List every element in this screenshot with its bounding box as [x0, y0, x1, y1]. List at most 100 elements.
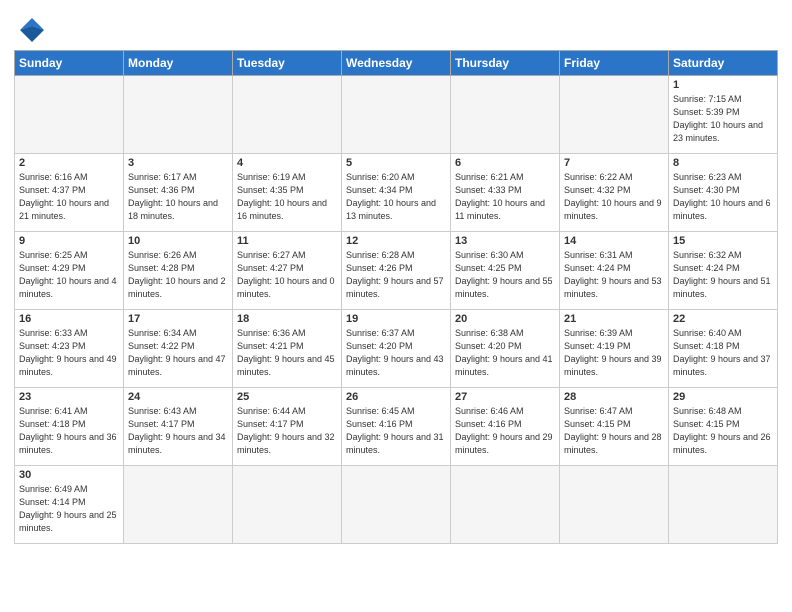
day-info: Sunrise: 6:33 AM Sunset: 4:23 PM Dayligh…	[19, 327, 119, 379]
calendar-cell: 9Sunrise: 6:25 AM Sunset: 4:29 PM Daylig…	[15, 232, 124, 310]
calendar-cell: 8 Sunrise: 6:23 AM Sunset: 4:30 PM Daylig…	[669, 154, 778, 232]
calendar-cell: 5 Sunrise: 6:20 AM Sunset: 4:34 PM Daylig…	[342, 154, 451, 232]
header	[14, 10, 778, 44]
day-info: Sunrise: 6:19 AM Sunset: 4:35 PM Dayligh…	[237, 171, 337, 223]
weekday-header-friday: Friday	[560, 51, 669, 76]
calendar-cell: 16 Sunrise: 6:33 AM Sunset: 4:23 PM Dayli…	[15, 310, 124, 388]
calendar-cell: 14 Sunrise: 6:31 AM Sunset: 4:24 PM Dayli…	[560, 232, 669, 310]
day-info: Sunrise: 6:44 AM Sunset: 4:17 PM Dayligh…	[237, 405, 337, 457]
day-number: 22	[673, 313, 773, 325]
day-info: Sunrise: 6:45 AM Sunset: 4:16 PM Dayligh…	[346, 405, 446, 457]
day-number: 17	[128, 313, 228, 325]
day-number: 24	[128, 391, 228, 403]
day-info: Sunrise: 6:37 AM Sunset: 4:20 PM Dayligh…	[346, 327, 446, 379]
calendar-cell: 10Sunrise: 6:26 AM Sunset: 4:28 PM Dayli…	[124, 232, 233, 310]
calendar-week-1: 2 Sunrise: 6:16 AM Sunset: 4:37 PM Daylig…	[15, 154, 778, 232]
calendar-cell	[451, 76, 560, 154]
day-info: Sunrise: 6:49 AM Sunset: 4:14 PM Dayligh…	[19, 483, 119, 535]
day-number: 3	[128, 157, 228, 169]
day-number: 5	[346, 157, 446, 169]
calendar-week-0: 1 Sunrise: 7:15 AM Sunset: 5:39 PM Daylig…	[15, 76, 778, 154]
day-number: 8	[673, 157, 773, 169]
day-number: 27	[455, 391, 555, 403]
day-info: Sunrise: 6:32 AM Sunset: 4:24 PM Dayligh…	[673, 249, 773, 301]
day-info: Sunrise: 6:17 AM Sunset: 4:36 PM Dayligh…	[128, 171, 228, 223]
day-info: Sunrise: 6:27 AM Sunset: 4:27 PM Dayligh…	[237, 249, 337, 301]
day-number: 14	[564, 235, 664, 247]
day-info: Sunrise: 7:15 AM Sunset: 5:39 PM Dayligh…	[673, 93, 773, 145]
day-info: Sunrise: 6:31 AM Sunset: 4:24 PM Dayligh…	[564, 249, 664, 301]
day-number: 19	[346, 313, 446, 325]
calendar-cell	[669, 466, 778, 544]
weekday-header-tuesday: Tuesday	[233, 51, 342, 76]
day-number: 6	[455, 157, 555, 169]
day-number: 20	[455, 313, 555, 325]
day-number: 7	[564, 157, 664, 169]
day-info: Sunrise: 6:20 AM Sunset: 4:34 PM Dayligh…	[346, 171, 446, 223]
calendar-week-3: 16 Sunrise: 6:33 AM Sunset: 4:23 PM Dayli…	[15, 310, 778, 388]
calendar-cell: 6Sunrise: 6:21 AM Sunset: 4:33 PM Daylig…	[451, 154, 560, 232]
day-info: Sunrise: 6:38 AM Sunset: 4:20 PM Dayligh…	[455, 327, 555, 379]
calendar-cell	[342, 466, 451, 544]
calendar-cell	[124, 466, 233, 544]
calendar-cell: 30 Sunrise: 6:49 AM Sunset: 4:14 PM Dayli…	[15, 466, 124, 544]
day-info: Sunrise: 6:16 AM Sunset: 4:37 PM Dayligh…	[19, 171, 119, 223]
calendar-cell: 7Sunrise: 6:22 AM Sunset: 4:32 PM Daylig…	[560, 154, 669, 232]
day-info: Sunrise: 6:23 AM Sunset: 4:30 PM Dayligh…	[673, 171, 773, 223]
day-info: Sunrise: 6:39 AM Sunset: 4:19 PM Dayligh…	[564, 327, 664, 379]
weekday-header-sunday: Sunday	[15, 51, 124, 76]
day-info: Sunrise: 6:30 AM Sunset: 4:25 PM Dayligh…	[455, 249, 555, 301]
calendar-cell: 15Sunrise: 6:32 AM Sunset: 4:24 PM Dayli…	[669, 232, 778, 310]
logo-icon	[14, 16, 50, 44]
calendar-cell: 1 Sunrise: 7:15 AM Sunset: 5:39 PM Daylig…	[669, 76, 778, 154]
calendar-cell: 20 Sunrise: 6:38 AM Sunset: 4:20 PM Dayli…	[451, 310, 560, 388]
day-number: 18	[237, 313, 337, 325]
day-info: Sunrise: 6:34 AM Sunset: 4:22 PM Dayligh…	[128, 327, 228, 379]
day-number: 1	[673, 79, 773, 91]
weekday-header-monday: Monday	[124, 51, 233, 76]
day-number: 23	[19, 391, 119, 403]
calendar-cell: 21 Sunrise: 6:39 AM Sunset: 4:19 PM Dayli…	[560, 310, 669, 388]
day-number: 16	[19, 313, 119, 325]
weekday-header-saturday: Saturday	[669, 51, 778, 76]
day-info: Sunrise: 6:28 AM Sunset: 4:26 PM Dayligh…	[346, 249, 446, 301]
calendar-cell: 18 Sunrise: 6:36 AM Sunset: 4:21 PM Dayli…	[233, 310, 342, 388]
day-number: 4	[237, 157, 337, 169]
calendar-table: SundayMondayTuesdayWednesdayThursdayFrid…	[14, 50, 778, 544]
weekday-header-row: SundayMondayTuesdayWednesdayThursdayFrid…	[15, 51, 778, 76]
calendar-cell	[560, 76, 669, 154]
logo	[14, 16, 54, 44]
calendar-cell: 28 Sunrise: 6:47 AM Sunset: 4:15 PM Dayli…	[560, 388, 669, 466]
day-number: 13	[455, 235, 555, 247]
calendar-cell	[560, 466, 669, 544]
day-number: 11	[237, 235, 337, 247]
day-number: 21	[564, 313, 664, 325]
calendar-cell: 2 Sunrise: 6:16 AM Sunset: 4:37 PM Daylig…	[15, 154, 124, 232]
day-number: 26	[346, 391, 446, 403]
day-number: 30	[19, 469, 119, 481]
calendar-cell: 19 Sunrise: 6:37 AM Sunset: 4:20 PM Dayli…	[342, 310, 451, 388]
day-number: 2	[19, 157, 119, 169]
calendar-cell: 25Sunrise: 6:44 AM Sunset: 4:17 PM Dayli…	[233, 388, 342, 466]
calendar-cell	[342, 76, 451, 154]
calendar-cell: 27 Sunrise: 6:46 AM Sunset: 4:16 PM Dayli…	[451, 388, 560, 466]
day-number: 28	[564, 391, 664, 403]
calendar-cell	[15, 76, 124, 154]
day-info: Sunrise: 6:48 AM Sunset: 4:15 PM Dayligh…	[673, 405, 773, 457]
calendar-cell	[233, 76, 342, 154]
calendar-cell: 17 Sunrise: 6:34 AM Sunset: 4:22 PM Dayli…	[124, 310, 233, 388]
calendar-cell	[233, 466, 342, 544]
calendar-cell: 11 Sunrise: 6:27 AM Sunset: 4:27 PM Dayli…	[233, 232, 342, 310]
day-number: 29	[673, 391, 773, 403]
calendar-cell: 22Sunrise: 6:40 AM Sunset: 4:18 PM Dayli…	[669, 310, 778, 388]
calendar-cell: 3 Sunrise: 6:17 AM Sunset: 4:36 PM Daylig…	[124, 154, 233, 232]
day-info: Sunrise: 6:46 AM Sunset: 4:16 PM Dayligh…	[455, 405, 555, 457]
calendar-cell: 4 Sunrise: 6:19 AM Sunset: 4:35 PM Daylig…	[233, 154, 342, 232]
day-info: Sunrise: 6:36 AM Sunset: 4:21 PM Dayligh…	[237, 327, 337, 379]
calendar-cell: 24Sunrise: 6:43 AM Sunset: 4:17 PM Dayli…	[124, 388, 233, 466]
calendar-cell	[451, 466, 560, 544]
weekday-header-wednesday: Wednesday	[342, 51, 451, 76]
calendar-cell: 26 Sunrise: 6:45 AM Sunset: 4:16 PM Dayli…	[342, 388, 451, 466]
day-info: Sunrise: 6:47 AM Sunset: 4:15 PM Dayligh…	[564, 405, 664, 457]
day-info: Sunrise: 6:41 AM Sunset: 4:18 PM Dayligh…	[19, 405, 119, 457]
